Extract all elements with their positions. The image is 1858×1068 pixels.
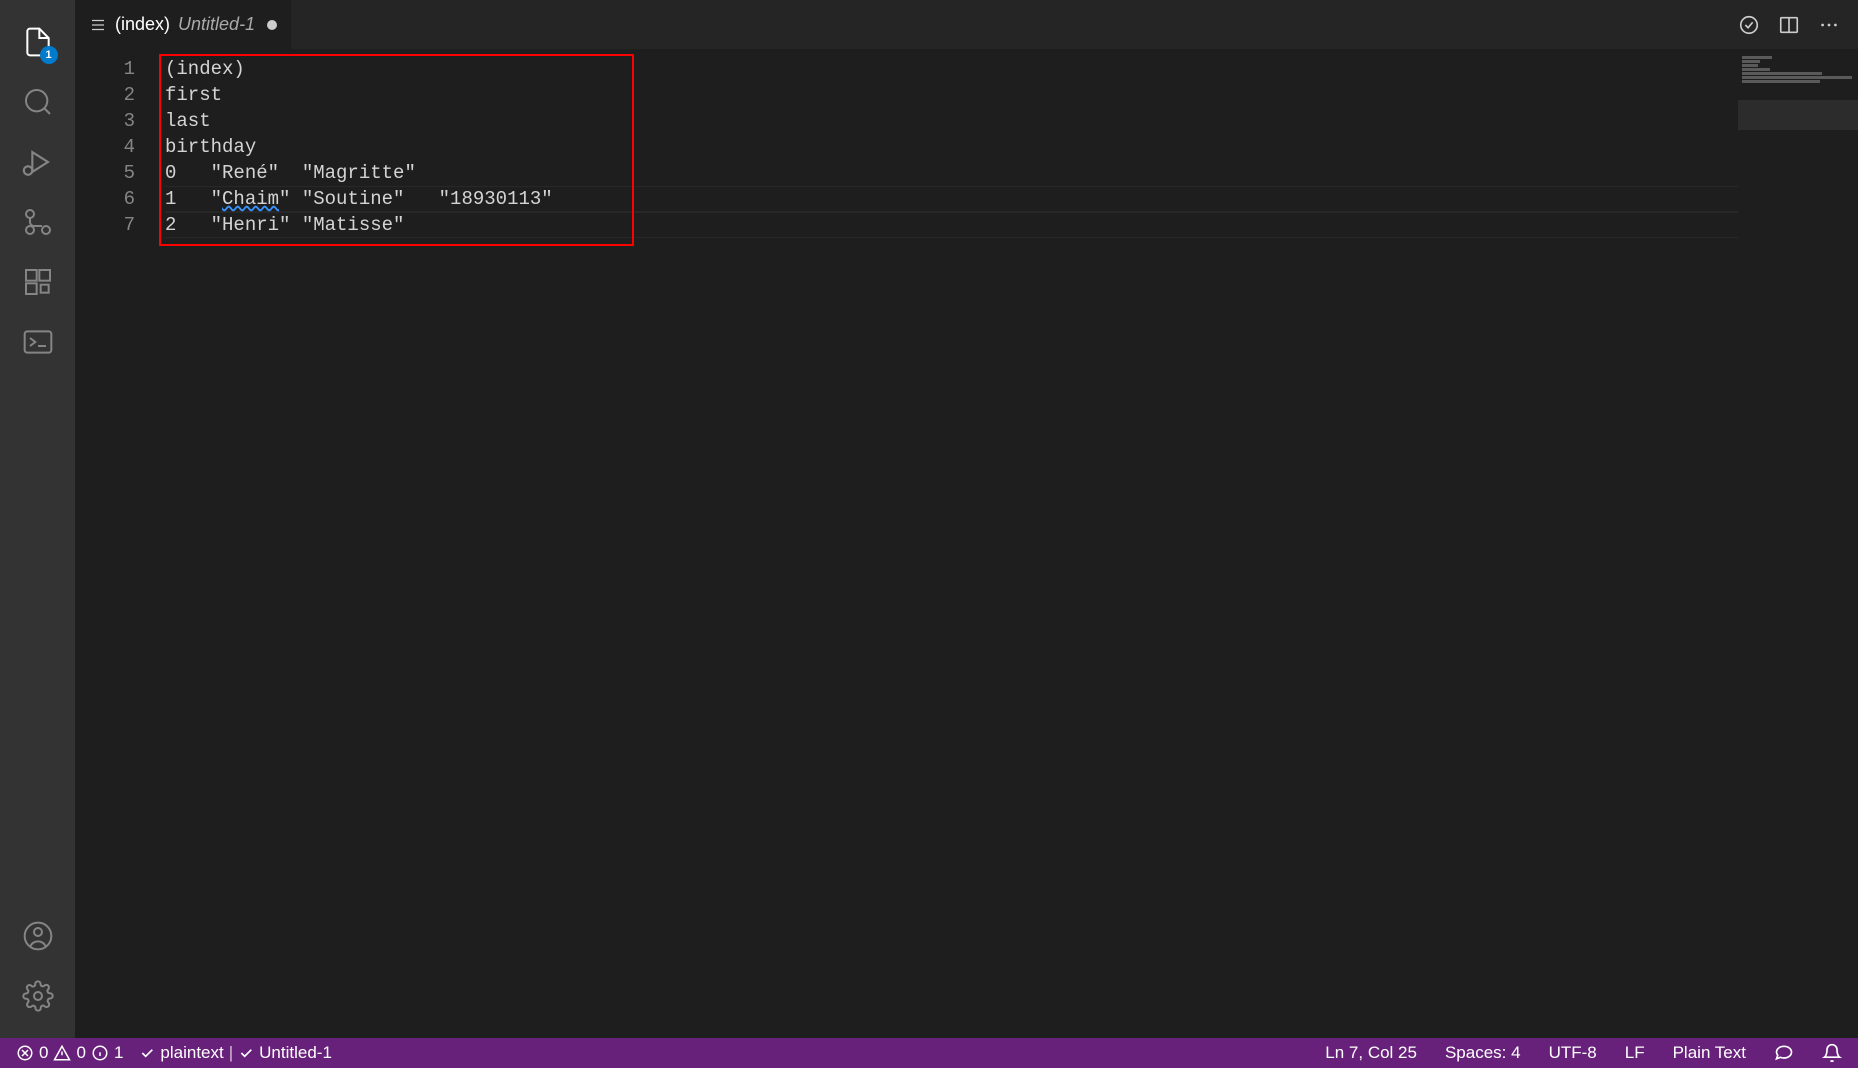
line-number: 5 bbox=[75, 160, 135, 186]
status-left: 0 0 1 plaintext | Untitled-1 bbox=[12, 1043, 336, 1063]
line-number: 2 bbox=[75, 82, 135, 108]
minimap-slider[interactable] bbox=[1738, 100, 1858, 130]
run-debug-icon bbox=[21, 145, 55, 179]
line-number: 6 bbox=[75, 186, 135, 212]
minimap-line bbox=[1742, 76, 1852, 79]
tab-actions bbox=[1738, 14, 1858, 36]
minimap-line bbox=[1742, 80, 1820, 83]
warning-icon bbox=[53, 1044, 71, 1062]
minimap[interactable] bbox=[1738, 50, 1858, 1038]
minimap-line bbox=[1742, 64, 1758, 67]
tab-active[interactable]: (index) Untitled-1 bbox=[75, 0, 291, 50]
line-number: 7 bbox=[75, 212, 135, 238]
activity-settings[interactable] bbox=[14, 966, 62, 1026]
spelling-squiggle: Chaim bbox=[222, 188, 279, 210]
account-icon bbox=[22, 920, 54, 952]
activity-source-control[interactable] bbox=[14, 192, 62, 252]
code-line: last bbox=[165, 108, 1858, 134]
status-feedback[interactable] bbox=[1770, 1043, 1798, 1063]
target-check-icon bbox=[1738, 14, 1760, 36]
source-control-icon bbox=[22, 206, 54, 238]
tab-subtitle: Untitled-1 bbox=[178, 14, 255, 35]
search-icon bbox=[22, 86, 54, 118]
code-line: birthday bbox=[165, 134, 1858, 160]
main-container: 1 bbox=[0, 0, 1858, 1038]
tab-file-icon bbox=[89, 16, 107, 34]
editor-area: (index) Untitled-1 bbox=[75, 0, 1858, 1038]
activity-explorer[interactable]: 1 bbox=[14, 12, 62, 72]
check-icon bbox=[139, 1045, 155, 1061]
code-line: 1 "Chaim" "Soutine" "18930113" bbox=[165, 186, 1858, 212]
line-number-gutter: 1 2 3 4 5 6 7 bbox=[75, 50, 165, 1038]
error-icon bbox=[16, 1044, 34, 1062]
line-number: 3 bbox=[75, 108, 135, 134]
code-line: 0 "René" "Magritte" bbox=[165, 160, 1858, 186]
split-icon bbox=[1778, 14, 1800, 36]
status-formatter[interactable]: plaintext | Untitled-1 bbox=[135, 1043, 336, 1063]
feedback-icon bbox=[1774, 1043, 1794, 1063]
code-line: 2 "Henri" "Matisse" bbox=[165, 212, 1858, 238]
activity-accounts[interactable] bbox=[14, 906, 62, 966]
status-notifications[interactable] bbox=[1818, 1043, 1846, 1063]
check-icon bbox=[238, 1045, 254, 1061]
activity-run-debug[interactable] bbox=[14, 132, 62, 192]
activity-terminal[interactable] bbox=[14, 312, 62, 372]
minimap-line bbox=[1742, 60, 1760, 63]
extensions-icon bbox=[22, 266, 54, 298]
minimap-line bbox=[1742, 68, 1770, 71]
status-language-mode[interactable]: Plain Text bbox=[1669, 1043, 1750, 1063]
status-bar: 0 0 1 plaintext | Untitled-1 Ln 7, Col 2… bbox=[0, 1038, 1858, 1068]
editor-body[interactable]: 1 2 3 4 5 6 7 (index) first last birthda… bbox=[75, 50, 1858, 1038]
minimap-line bbox=[1742, 56, 1772, 59]
more-icon bbox=[1818, 14, 1840, 36]
status-right: Ln 7, Col 25 Spaces: 4 UTF-8 LF Plain Te… bbox=[1321, 1043, 1846, 1063]
run-action[interactable] bbox=[1738, 14, 1760, 36]
explorer-badge: 1 bbox=[40, 46, 58, 64]
more-actions[interactable] bbox=[1818, 14, 1840, 36]
gear-icon bbox=[22, 980, 54, 1012]
activity-extensions[interactable] bbox=[14, 252, 62, 312]
tab-bar: (index) Untitled-1 bbox=[75, 0, 1858, 50]
terminal-icon bbox=[22, 326, 54, 358]
minimap-line bbox=[1742, 72, 1822, 75]
tab-title: (index) bbox=[115, 14, 170, 35]
line-number: 4 bbox=[75, 134, 135, 160]
activity-bar: 1 bbox=[0, 0, 75, 1038]
split-editor-action[interactable] bbox=[1778, 14, 1800, 36]
status-encoding[interactable]: UTF-8 bbox=[1545, 1043, 1601, 1063]
bell-icon bbox=[1822, 1043, 1842, 1063]
status-eol[interactable]: LF bbox=[1621, 1043, 1649, 1063]
code-content[interactable]: (index) first last birthday 0 "René" "Ma… bbox=[165, 50, 1858, 1038]
status-indentation[interactable]: Spaces: 4 bbox=[1441, 1043, 1525, 1063]
code-line: first bbox=[165, 82, 1858, 108]
separator: | bbox=[229, 1043, 233, 1063]
status-cursor-position[interactable]: Ln 7, Col 25 bbox=[1321, 1043, 1421, 1063]
activity-bottom-group bbox=[14, 906, 62, 1026]
info-icon bbox=[91, 1044, 109, 1062]
code-line: (index) bbox=[165, 56, 1858, 82]
status-problems[interactable]: 0 0 1 bbox=[12, 1043, 127, 1063]
line-number: 1 bbox=[75, 56, 135, 82]
tab-dirty-indicator bbox=[267, 20, 277, 30]
activity-search[interactable] bbox=[14, 72, 62, 132]
